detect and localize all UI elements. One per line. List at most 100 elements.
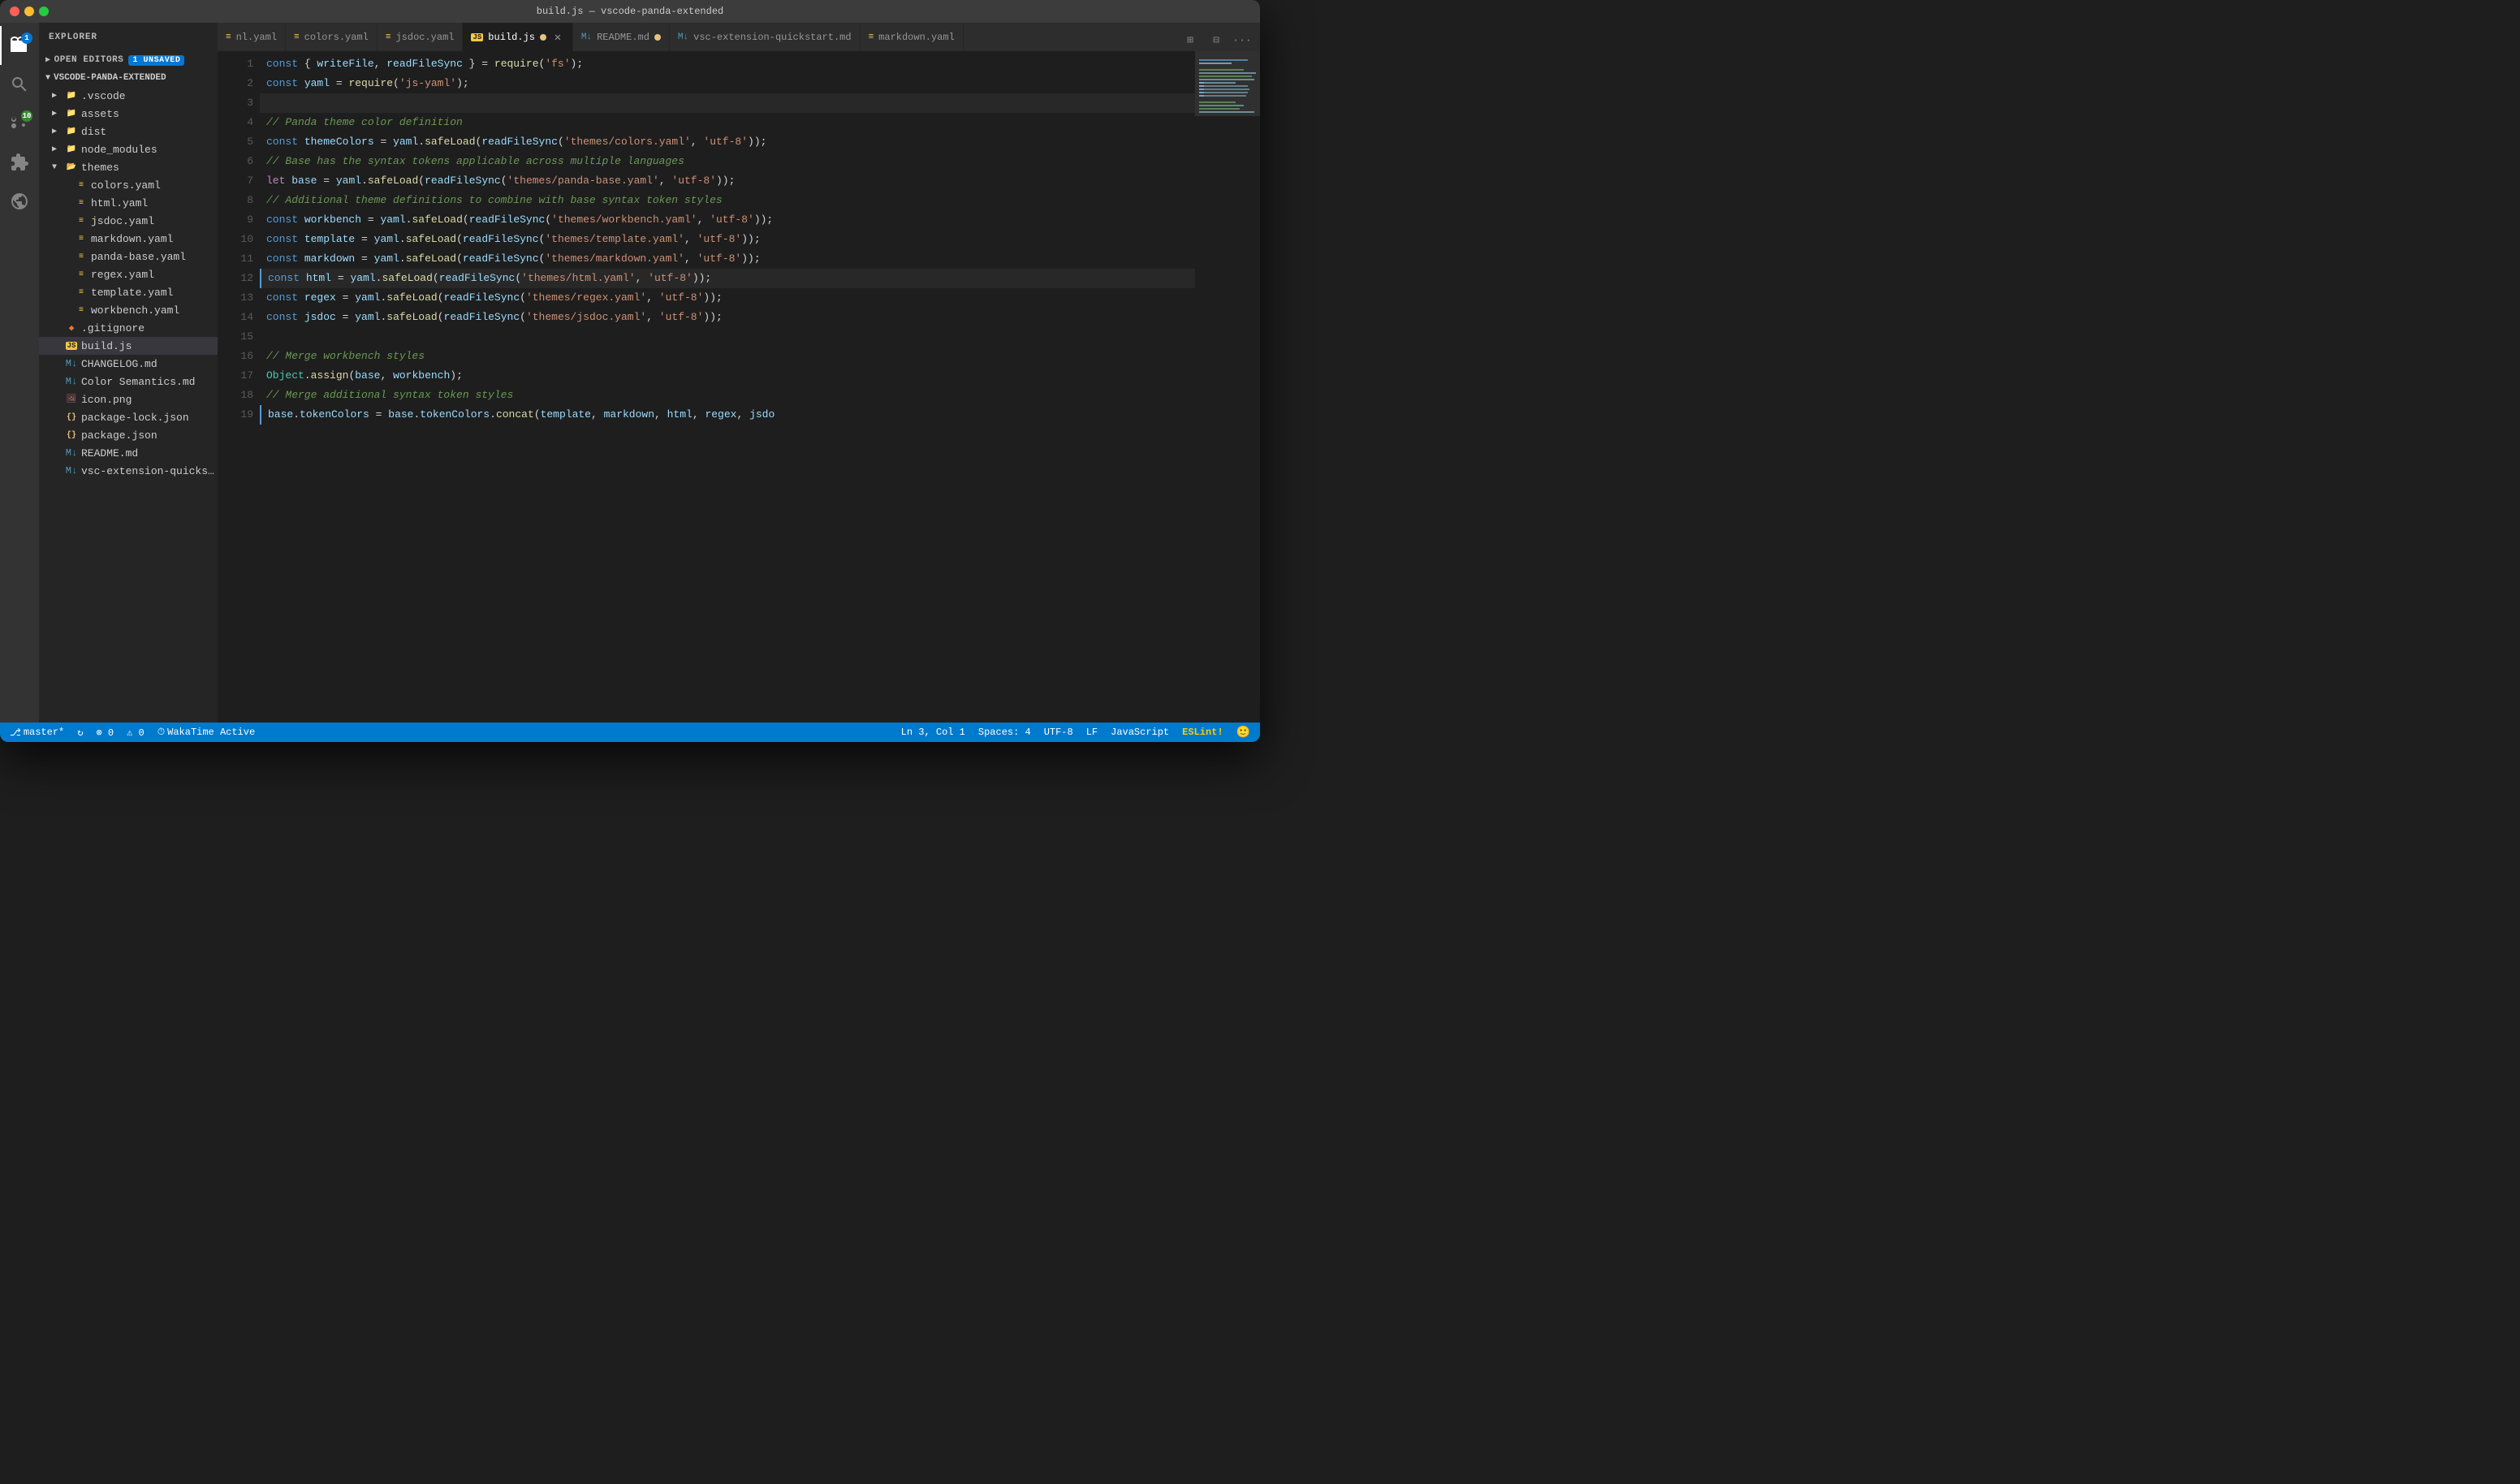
branch-name: master*	[24, 727, 64, 738]
activity-explorer[interactable]: 1	[0, 26, 39, 65]
code-line-14: const jsdoc = yaml.safeLoad(readFileSync…	[260, 308, 1195, 327]
activity-remote[interactable]	[0, 182, 39, 221]
warnings-count[interactable]: ⚠ 0	[123, 723, 148, 742]
activity-search[interactable]	[0, 65, 39, 104]
language-mode[interactable]: JavaScript	[1107, 723, 1172, 742]
png-icon: 🖼	[65, 393, 78, 406]
folder-vscode[interactable]: ▶ 📁 .vscode	[39, 87, 218, 105]
code-editor[interactable]: const { writeFile, readFileSync } = requ…	[260, 51, 1195, 723]
app-body: 1 10 Explorer ▶ OPEN EDI	[0, 23, 1260, 723]
cursor-position[interactable]: Ln 3, Col 1	[898, 723, 969, 742]
tab-jsdoc-yaml[interactable]: ≡ jsdoc.yaml	[378, 23, 464, 51]
folder-themes[interactable]: ▼ 📂 themes	[39, 158, 218, 176]
explorer-badge: 1	[21, 32, 32, 44]
traffic-lights	[10, 6, 49, 16]
file-package-json[interactable]: {} package.json	[39, 426, 218, 444]
more-actions-button[interactable]: ···	[1231, 28, 1254, 51]
position-label: Ln 3, Col 1	[901, 727, 965, 738]
git-icon: ⎇	[10, 727, 21, 739]
tab-colors-yaml[interactable]: ≡ colors.yaml	[286, 23, 378, 51]
smiley-button[interactable]: 🙂	[1233, 723, 1254, 742]
yaml-icon: ≡	[75, 214, 88, 227]
folder-icon: 📁	[65, 143, 78, 156]
tab-label: build.js	[488, 32, 535, 43]
activity-extensions[interactable]	[0, 143, 39, 182]
file-vsc-quickstart-md[interactable]: M↓ vsc-extension-quickstart.md	[39, 462, 218, 480]
status-bar-left: ⎇ master* ↻ ⊗ 0 ⚠ 0 ⏱ WakaTime Active	[6, 723, 258, 742]
line-ending-label: LF	[1086, 727, 1098, 738]
close-button[interactable]	[10, 6, 19, 16]
sync-icon: ↻	[77, 727, 83, 739]
code-line-3	[260, 93, 1195, 113]
js-icon: JS	[65, 339, 78, 352]
code-line-11: const markdown = yaml.safeLoad(readFileS…	[260, 249, 1195, 269]
code-line-12: const html = yaml.safeLoad(readFileSync(…	[260, 269, 1195, 288]
tab-label: markdown.yaml	[878, 32, 955, 43]
code-line-10: const template = yaml.safeLoad(readFileS…	[260, 230, 1195, 249]
activity-source-control[interactable]: 10	[0, 104, 39, 143]
file-template-yaml[interactable]: ≡ template.yaml	[39, 283, 218, 301]
yaml-tab-icon: ≡	[226, 32, 231, 42]
tab-close-button[interactable]: ✕	[551, 31, 564, 44]
yaml-icon: ≡	[75, 232, 88, 245]
eslint-status[interactable]: ESLint!	[1179, 723, 1226, 742]
yaml-icon: ≡	[75, 196, 88, 209]
file-html-yaml[interactable]: ≡ html.yaml	[39, 194, 218, 212]
errors-count[interactable]: ⊗ 0	[93, 723, 117, 742]
open-editors-section[interactable]: ▶ OPEN EDITORS 1 UNSAVED	[39, 51, 218, 69]
file-readme-md[interactable]: M↓ README.md	[39, 444, 218, 462]
split-editor-button[interactable]: ⊞	[1179, 28, 1202, 51]
file-package-lock-json[interactable]: {} package-lock.json	[39, 408, 218, 426]
md-tab-icon: M↓	[581, 32, 592, 42]
unsaved-dot	[654, 34, 661, 41]
line-numbers: 1 2 3 4 5 6 7 8 9 10 11 12 13 14 15 16 1	[218, 51, 260, 723]
file-color-semantics-md[interactable]: M↓ Color Semantics.md	[39, 373, 218, 390]
file-build-js[interactable]: JS build.js	[39, 337, 218, 355]
tab-vsc-quickstart-md[interactable]: M↓ vsc-extension-quickstart.md	[670, 23, 861, 51]
folder-icon: 📁	[65, 89, 78, 102]
errors-label: ⊗ 0	[96, 727, 114, 739]
file-workbench-yaml[interactable]: ≡ workbench.yaml	[39, 301, 218, 319]
file-jsdoc-yaml[interactable]: ≡ jsdoc.yaml	[39, 212, 218, 230]
file-icon-png[interactable]: 🖼 icon.png	[39, 390, 218, 408]
file-gitignore[interactable]: ◆ .gitignore	[39, 319, 218, 337]
file-regex-yaml[interactable]: ≡ regex.yaml	[39, 265, 218, 283]
maximize-button[interactable]	[39, 6, 49, 16]
file-panda-base-yaml[interactable]: ≡ panda-base.yaml	[39, 248, 218, 265]
minimize-button[interactable]	[24, 6, 34, 16]
titlebar: build.js — vscode-panda-extended	[0, 0, 1260, 23]
folder-assets[interactable]: ▶ 📁 assets	[39, 105, 218, 123]
status-bar: ⎇ master* ↻ ⊗ 0 ⚠ 0 ⏱ WakaTime Active Ln…	[0, 723, 1260, 742]
folder-dist[interactable]: ▶ 📁 dist	[39, 123, 218, 140]
git-branch[interactable]: ⎇ master*	[6, 723, 67, 742]
layout-button[interactable]: ⊟	[1205, 28, 1228, 51]
line-ending-setting[interactable]: LF	[1083, 723, 1101, 742]
folder-node-modules[interactable]: ▶ 📁 node_modules	[39, 140, 218, 158]
yaml-tab-icon: ≡	[869, 32, 874, 42]
sidebar: Explorer ▶ OPEN EDITORS 1 UNSAVED ▼ VSCO…	[39, 23, 218, 723]
tab-markdown-yaml[interactable]: ≡ markdown.yaml	[861, 23, 964, 51]
tab-label: jsdoc.yaml	[395, 32, 454, 43]
file-markdown-yaml[interactable]: ≡ markdown.yaml	[39, 230, 218, 248]
project-root[interactable]: ▼ VSCODE-PANDA-EXTENDED	[39, 69, 218, 87]
editor-area: ≡ nl.yaml ≡ colors.yaml ≡ jsdoc.yaml JS …	[218, 23, 1260, 723]
tab-build-js[interactable]: JS build.js ✕	[463, 23, 572, 51]
tab-readme-md[interactable]: M↓ README.md	[573, 23, 670, 51]
code-line-7: let base = yaml.safeLoad(readFileSync('t…	[260, 171, 1195, 191]
code-line-1: const { writeFile, readFileSync } = requ…	[260, 54, 1195, 74]
language-label: JavaScript	[1111, 727, 1169, 738]
code-line-15	[260, 327, 1195, 347]
md-icon: M↓	[65, 357, 78, 370]
yaml-icon: ≡	[75, 179, 88, 192]
yaml-icon: ≡	[75, 286, 88, 299]
wakatime-status[interactable]: ⏱ WakaTime Active	[154, 723, 258, 742]
minimap-slider[interactable]	[1195, 51, 1260, 116]
vscode-window: build.js — vscode-panda-extended 1 10	[0, 0, 1260, 742]
tab-nl-yaml[interactable]: ≡ nl.yaml	[218, 23, 286, 51]
sync-button[interactable]: ↻	[74, 723, 86, 742]
encoding-setting[interactable]: UTF-8	[1041, 723, 1077, 742]
open-editors-label: OPEN EDITORS	[54, 55, 124, 65]
file-changelog-md[interactable]: M↓ CHANGELOG.md	[39, 355, 218, 373]
file-colors-yaml[interactable]: ≡ colors.yaml	[39, 176, 218, 194]
indent-settings[interactable]: Spaces: 4	[975, 723, 1034, 742]
